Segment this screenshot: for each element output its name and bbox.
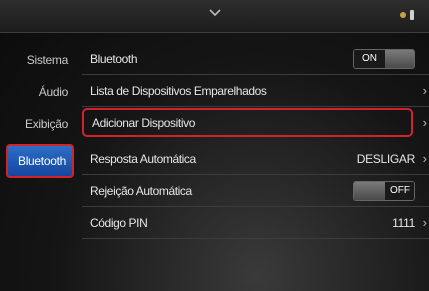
bluetooth-toggle[interactable]: ON — [353, 49, 415, 69]
toggle-thumb — [385, 50, 414, 68]
chevron-right-icon: › — [422, 215, 427, 230]
top-bar — [0, 0, 429, 33]
sidebar-item-exibicao[interactable]: Exibição — [6, 110, 74, 138]
status-indicator-icon — [400, 10, 414, 20]
settings-sidebar: Sistema Áudio Exibição Bluetooth — [0, 36, 78, 291]
row-auto-answer[interactable]: Resposta Automática DESLIGAR › — [82, 144, 429, 175]
sidebar-item-label: Áudio — [38, 85, 69, 99]
row-value: 1111 — [392, 216, 415, 230]
auto-reject-toggle[interactable]: OFF — [353, 181, 415, 201]
row-label: Adicionar Dispositivo — [92, 116, 195, 130]
row-label: Código PIN — [90, 216, 148, 230]
chevron-right-icon: › — [422, 151, 427, 166]
sidebar-item-audio[interactable]: Áudio — [6, 78, 74, 106]
row-pin-code[interactable]: Código PIN 1111 › — [82, 208, 429, 239]
toggle-off-segment: OFF — [385, 182, 414, 200]
toggle-state-label: OFF — [390, 185, 410, 196]
chevron-right-icon: › — [422, 83, 427, 98]
sidebar-item-label: Sistema — [26, 53, 69, 67]
row-label: Lista de Dispositivos Emparelhados — [90, 84, 267, 98]
row-paired-devices[interactable]: Lista de Dispositivos Emparelhados › — [82, 76, 429, 107]
row-label: Resposta Automática — [90, 152, 196, 166]
row-auto-reject: Rejeição Automática OFF — [82, 176, 429, 207]
row-label: Rejeição Automática — [90, 184, 192, 198]
settings-list: Bluetooth ON Lista de Dispositivos Empar… — [82, 36, 429, 291]
row-value: DESLIGAR — [356, 152, 416, 166]
sidebar-item-label: Bluetooth — [17, 154, 66, 168]
toggle-thumb — [354, 182, 385, 200]
chevron-down-icon[interactable] — [207, 6, 223, 20]
chevron-right-icon: › — [422, 115, 427, 130]
infotainment-screen: Sistema Áudio Exibição Bluetooth Bluetoo… — [0, 0, 429, 291]
sidebar-item-sistema[interactable]: Sistema — [6, 46, 74, 74]
sidebar-item-bluetooth[interactable]: Bluetooth — [6, 144, 74, 178]
sidebar-item-label: Exibição — [25, 117, 68, 131]
row-add-device[interactable]: Adicionar Dispositivo › — [82, 108, 429, 139]
toggle-on-segment: ON — [354, 50, 385, 68]
row-label: Bluetooth — [90, 52, 138, 66]
row-bluetooth: Bluetooth ON — [82, 44, 429, 75]
toggle-state-label: ON — [362, 53, 377, 64]
